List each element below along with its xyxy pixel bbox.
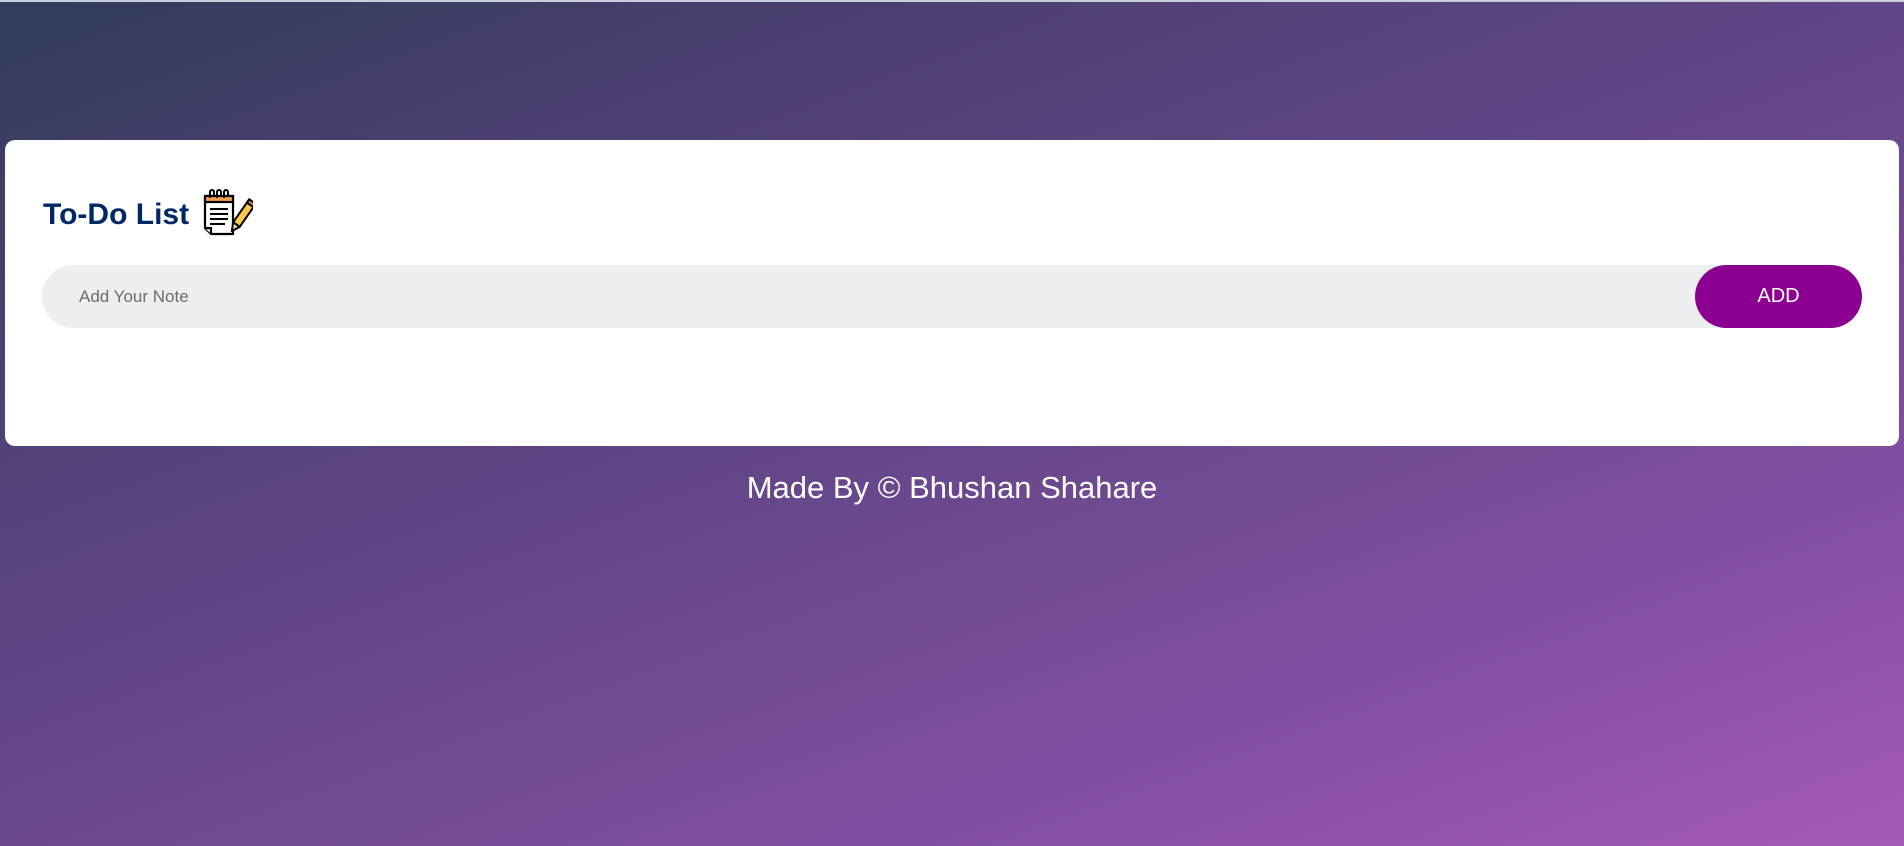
- title-row: To-Do List: [43, 188, 258, 242]
- add-button[interactable]: ADD: [1695, 265, 1862, 328]
- footer-credit: Made By © Bhushan Shahare: [746, 470, 1158, 505]
- note-input[interactable]: [42, 265, 1692, 328]
- notepad-pencil-icon: [199, 188, 258, 242]
- note-input-row: ADD: [42, 265, 1862, 328]
- page-title: To-Do List: [43, 198, 190, 231]
- todo-card: To-Do List Add Your Note ADD: [5, 140, 1899, 446]
- top-border-line: [0, 0, 1904, 2]
